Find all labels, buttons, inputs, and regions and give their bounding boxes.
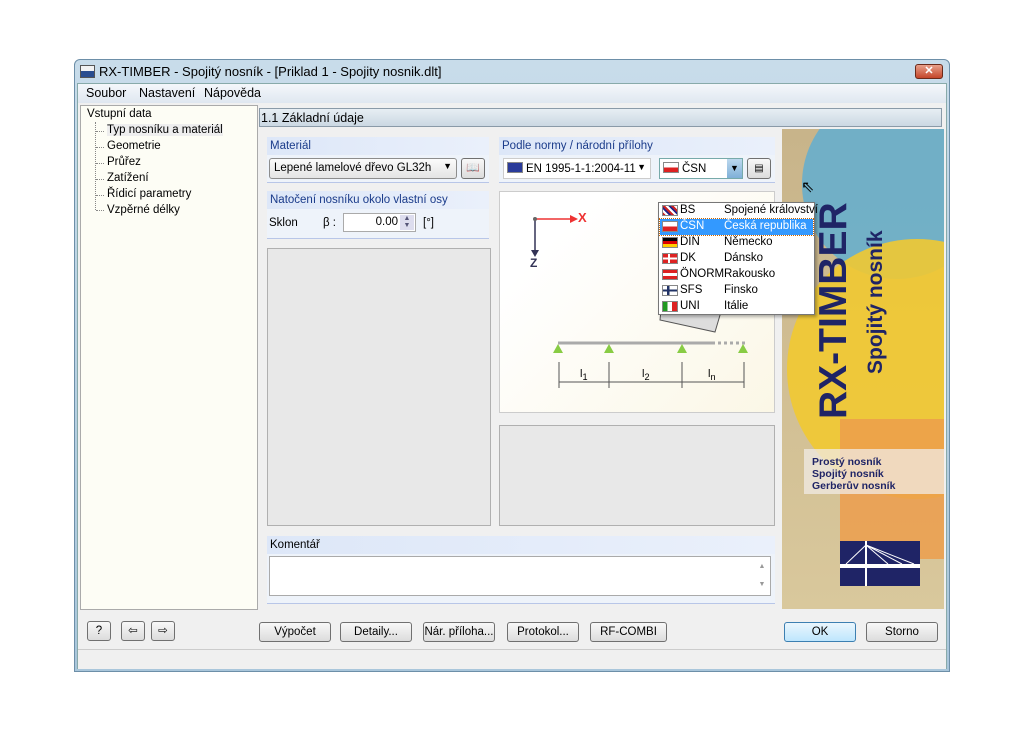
standard-select[interactable]: EN 1995-1-1:2004-11 ▼ bbox=[503, 158, 651, 179]
annex-dropdown-list: BS Spojené království ČSN Česká republika … bbox=[658, 202, 818, 315]
unit-label: [°] bbox=[423, 217, 434, 229]
danish-flag-icon bbox=[662, 253, 678, 264]
material-label: Materiál bbox=[267, 137, 489, 155]
comment-label: Komentář bbox=[267, 536, 775, 554]
national-annex-button[interactable]: Nár. příloha... bbox=[423, 622, 495, 642]
option-din[interactable]: DIN Německo bbox=[660, 235, 813, 251]
material-select[interactable]: Lepené lamelové dřevo GL32h ▼ bbox=[269, 158, 457, 179]
austrian-flag-icon bbox=[662, 269, 678, 280]
empty-panel-left bbox=[267, 248, 491, 526]
empty-panel-right bbox=[499, 425, 775, 526]
calculate-button[interactable]: Výpočet bbox=[259, 622, 331, 642]
brand-subtitle: Spojitý nosník bbox=[864, 230, 887, 374]
finnish-flag-icon bbox=[662, 285, 678, 296]
chevron-down-icon: ▼ bbox=[637, 162, 646, 172]
window-title: RX-TIMBER - Spojitý nosník - [Priklad 1 … bbox=[99, 64, 442, 79]
option-uni[interactable]: UNI Itálie bbox=[660, 299, 813, 315]
german-flag-icon bbox=[662, 237, 678, 248]
title-bar[interactable]: RX-TIMBER - Spojitý nosník - [Priklad 1 … bbox=[75, 60, 949, 83]
tree-root[interactable]: Vstupní data bbox=[87, 108, 152, 120]
rotation-label: Natočení nosníku okolo vlastní osy bbox=[267, 191, 489, 209]
material-group: Materiál Lepené lamelové dřevo GL32h ▼ 📖 bbox=[267, 137, 489, 183]
tree-item-prurez[interactable]: Průřez bbox=[107, 156, 141, 168]
help-button[interactable]: ? bbox=[87, 621, 111, 641]
mouse-cursor-icon: ⇖ bbox=[801, 179, 815, 196]
beta-label: β : bbox=[323, 217, 337, 229]
annex-settings-button[interactable]: ▤ bbox=[747, 158, 771, 179]
tree-item-geometrie[interactable]: Geometrie bbox=[107, 140, 161, 152]
client-area: Soubor Nastavení Nápověda Vstupní data T… bbox=[77, 83, 947, 669]
status-bar bbox=[78, 649, 946, 669]
span-l2-label: l2 bbox=[642, 368, 650, 383]
app-window: RX-TIMBER - Spojitý nosník - [Priklad 1 … bbox=[74, 59, 950, 672]
span-ln-label: ln bbox=[708, 368, 716, 383]
norm-label: Podle normy / národní přílohy bbox=[499, 137, 775, 155]
uk-flag-icon bbox=[662, 205, 678, 216]
brand-title: RX-TIMBER bbox=[812, 202, 855, 419]
material-value: Lepené lamelové dřevo GL32h bbox=[274, 162, 432, 174]
protocol-button[interactable]: Protokol... bbox=[507, 622, 579, 642]
next-button[interactable]: ⇨ bbox=[151, 621, 175, 641]
span-l1-label: l1 bbox=[580, 368, 588, 383]
previous-button[interactable]: ⇦ bbox=[121, 621, 145, 641]
tree-item-zatizeni[interactable]: Zatížení bbox=[107, 172, 149, 184]
axis-z-label: Z bbox=[530, 256, 538, 270]
sklon-label: Sklon bbox=[269, 217, 298, 229]
brand-types: Prostý nosník Spojitý nosník Gerberův nosn… bbox=[812, 456, 896, 492]
rotation-group: Natočení nosníku okolo vlastní osy Sklon… bbox=[267, 191, 489, 239]
comment-scrollbar[interactable]: ▲ ▼ bbox=[755, 558, 769, 594]
menu-soubor[interactable]: Soubor bbox=[86, 86, 126, 100]
option-sfs[interactable]: SFS Finsko bbox=[660, 283, 813, 299]
brand-panel: RX-TIMBER Spojitý nosník Prostý nosník Sp… bbox=[782, 129, 944, 609]
section-header: 1.1 Základní údaje bbox=[259, 108, 942, 127]
spinner-icon[interactable]: ▲ ▼ bbox=[400, 215, 414, 230]
annex-select[interactable]: ČSN ▼ bbox=[659, 158, 743, 179]
help-icon: ? bbox=[95, 625, 103, 637]
axis-x-label: X bbox=[578, 210, 587, 225]
ok-button[interactable]: OK bbox=[784, 622, 856, 642]
menu-napoveda[interactable]: Nápověda bbox=[204, 86, 261, 100]
chevron-down-icon: ▼ bbox=[443, 161, 452, 171]
czech-flag-icon bbox=[662, 221, 678, 232]
app-icon bbox=[80, 65, 95, 78]
chevron-down-icon[interactable]: ▼ bbox=[727, 159, 742, 178]
option-csn[interactable]: ČSN Česká republika bbox=[659, 218, 814, 236]
material-library-button[interactable]: 📖 bbox=[461, 158, 485, 179]
menu-nastaveni[interactable]: Nastavení bbox=[139, 86, 195, 100]
option-bs[interactable]: BS Spojené království bbox=[660, 203, 818, 219]
cancel-button[interactable]: Storno bbox=[866, 622, 938, 642]
option-onorm[interactable]: ÖNORM Rakousko bbox=[660, 267, 813, 283]
italian-flag-icon bbox=[662, 301, 678, 312]
rf-combi-button[interactable]: RF-COMBI bbox=[590, 622, 667, 642]
arrow-left-icon: ⇦ bbox=[128, 625, 138, 637]
norm-group: Podle normy / národní přílohy EN 1995-1-… bbox=[499, 137, 775, 183]
czech-flag-icon bbox=[663, 162, 679, 173]
close-button[interactable]: ✕ bbox=[915, 64, 943, 79]
eu-flag-icon bbox=[507, 162, 523, 173]
dlubal-logo bbox=[840, 541, 920, 586]
tree-item-typ[interactable]: Typ nosníku a materiál bbox=[107, 124, 223, 136]
comment-group: Komentář ▲ ▼ bbox=[267, 536, 775, 604]
navigator-tree: Vstupní data Typ nosníku a materiál Geom… bbox=[80, 105, 258, 610]
comment-input[interactable] bbox=[269, 556, 771, 596]
details-button[interactable]: Detaily... bbox=[340, 622, 412, 642]
book-icon: 📖 bbox=[466, 162, 480, 174]
tree-item-vzperne[interactable]: Vzpěrné délky bbox=[107, 204, 180, 216]
tree-item-ridici[interactable]: Řídicí parametry bbox=[107, 188, 191, 200]
menu-bar: Soubor Nastavení Nápověda bbox=[78, 84, 946, 103]
option-dk[interactable]: DK Dánsko bbox=[660, 251, 813, 267]
settings-icon: ▤ bbox=[754, 163, 764, 174]
sklon-input[interactable]: 0.00 ▲ ▼ bbox=[343, 213, 416, 232]
arrow-right-icon: ⇨ bbox=[158, 625, 168, 637]
